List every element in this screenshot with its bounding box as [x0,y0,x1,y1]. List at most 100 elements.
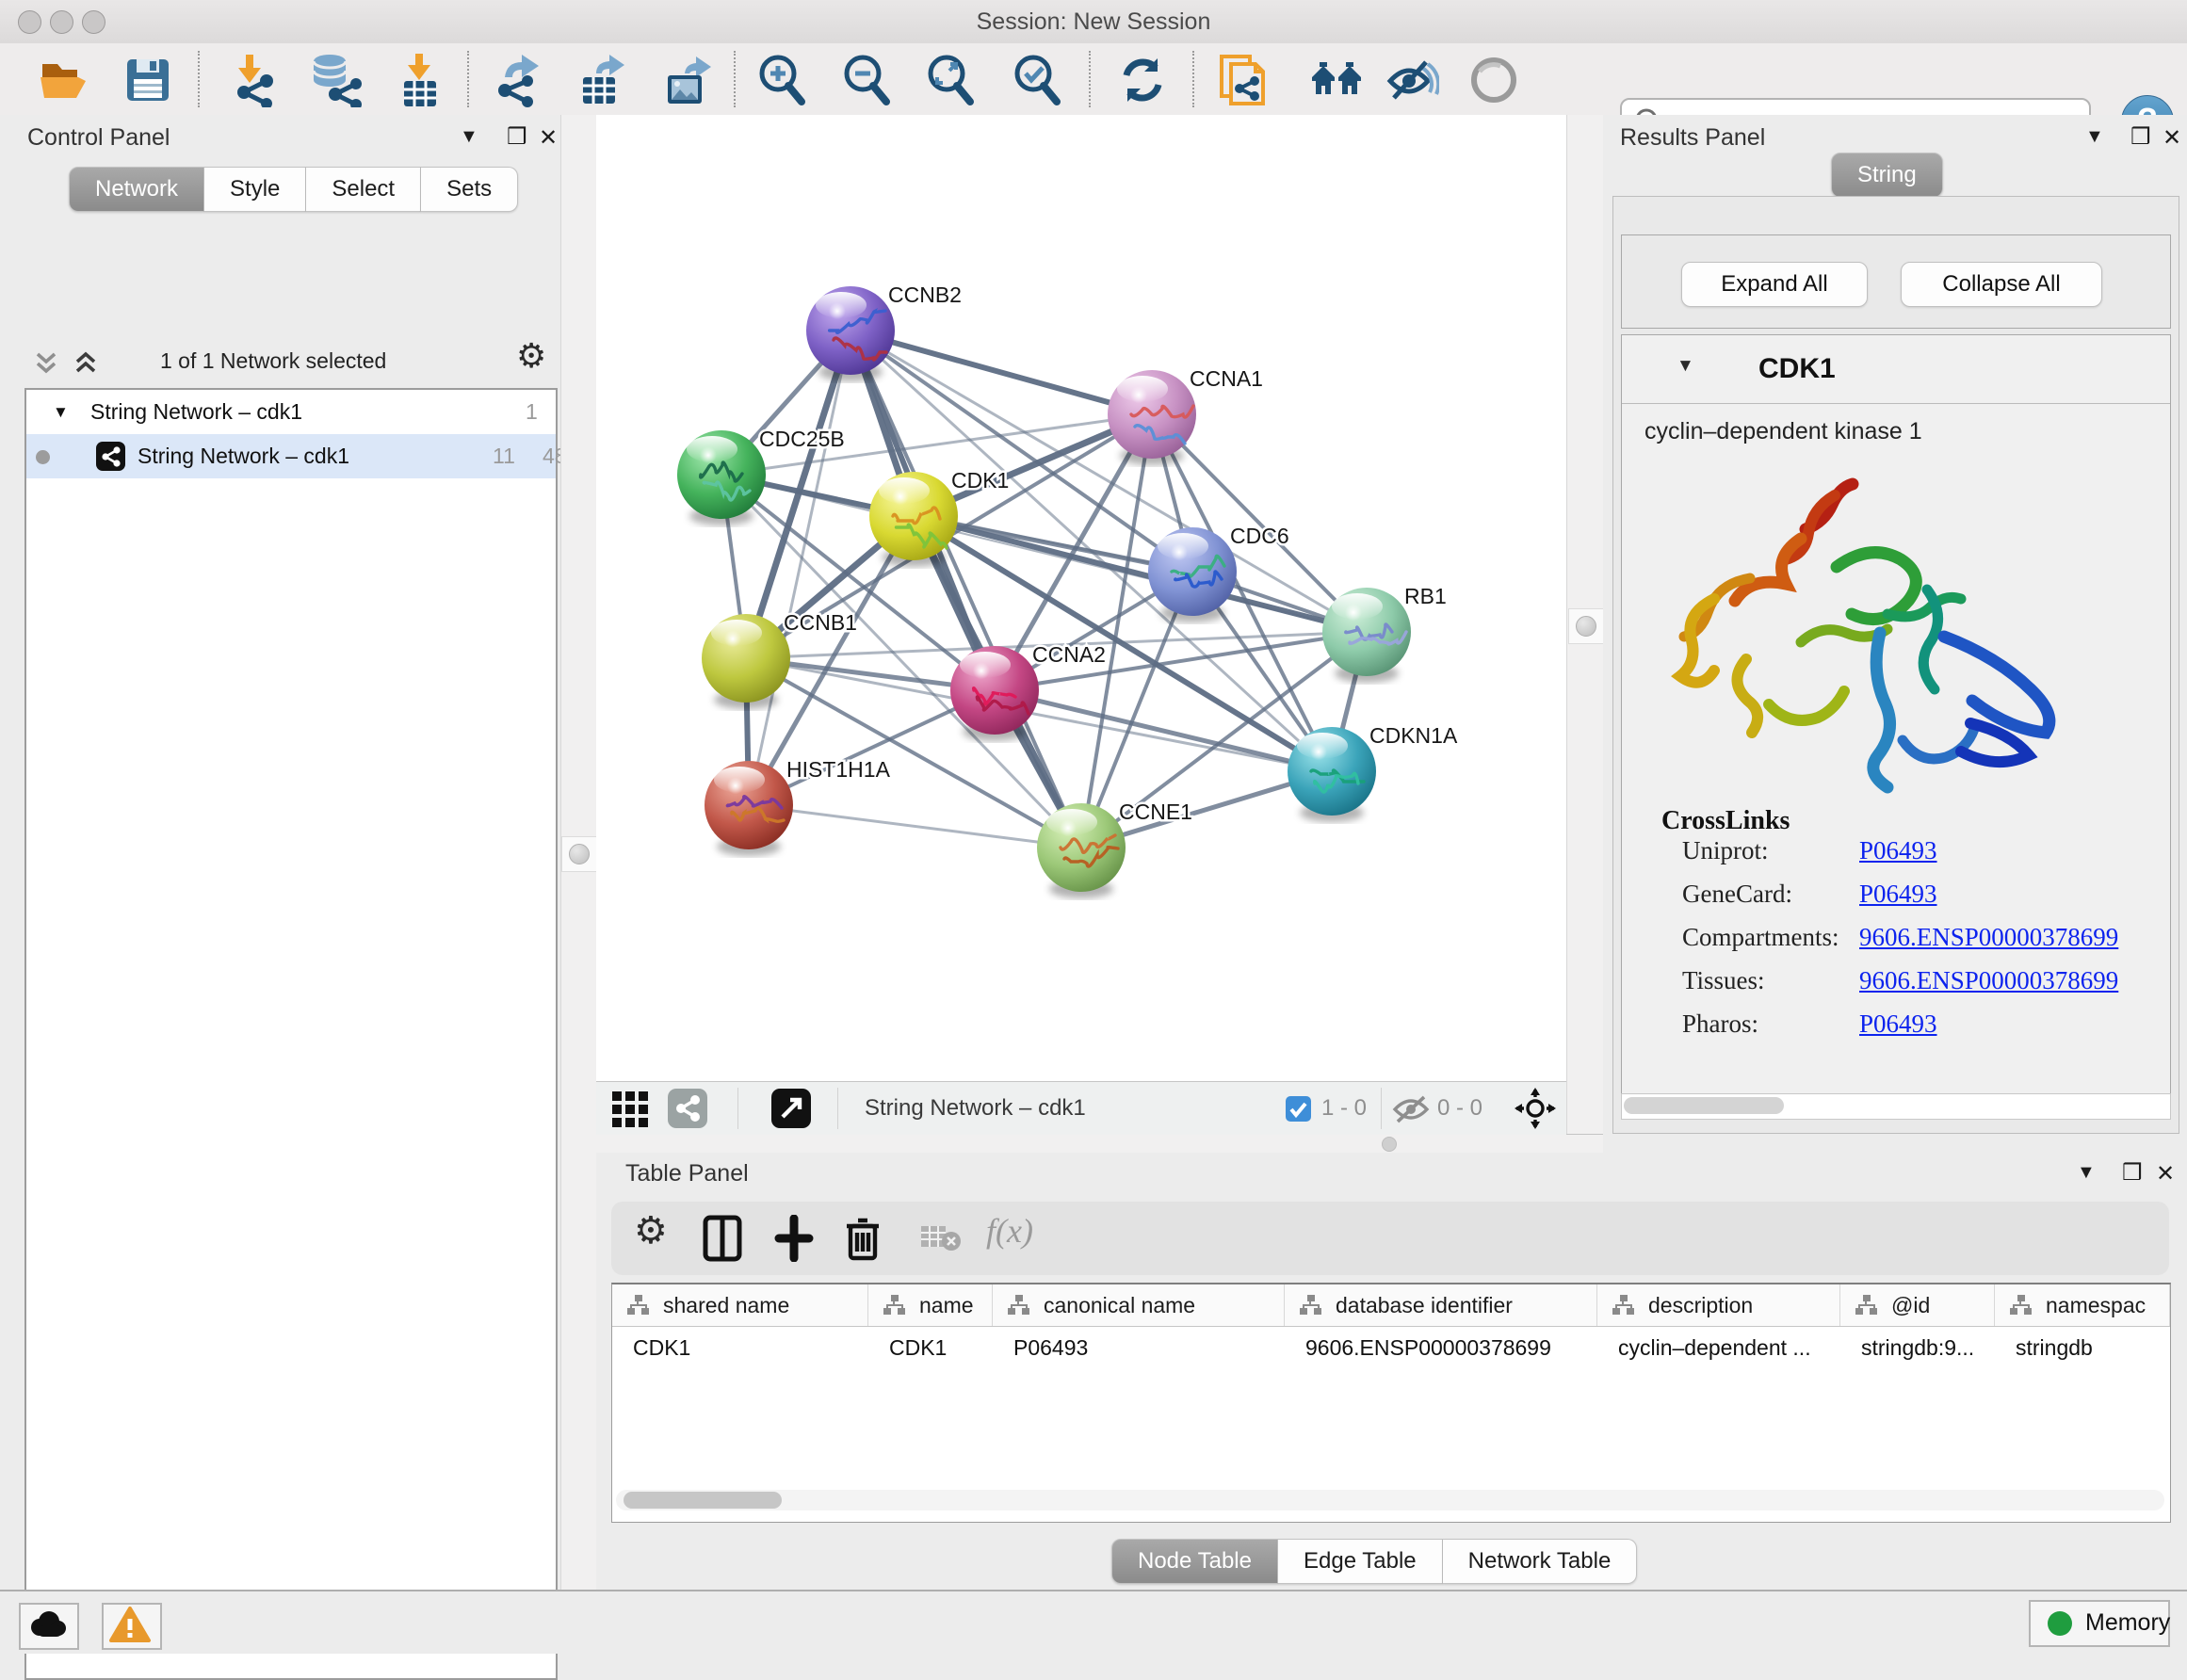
crosslink-link[interactable]: P06493 [1859,880,1937,909]
memory-button[interactable]: Memory [2029,1600,2170,1647]
show-columns-icon[interactable] [702,1215,743,1262]
import-network-icon[interactable] [227,53,282,107]
open-in-window-icon[interactable] [771,1089,811,1128]
tab-network-table[interactable]: Network Table [1443,1539,1638,1584]
expand-all-icon[interactable] [72,348,100,377]
table-cell[interactable]: 9606.ENSP00000378699 [1285,1326,1597,1369]
fit-crosshair-icon[interactable] [1515,1088,1556,1129]
network-edge[interactable] [749,331,850,805]
collapse-all-icon[interactable] [32,348,60,377]
open-session-icon[interactable] [37,53,91,107]
panel-close-icon[interactable]: ✕ [2156,1160,2175,1187]
network-node-CCNE1[interactable]: CCNE1 [1037,800,1192,898]
delete-table-icon[interactable] [920,1224,962,1252]
refresh-icon[interactable] [1115,53,1170,107]
network-edge[interactable] [995,690,1332,771]
tree-expander-icon[interactable]: ▼ [53,390,69,434]
zoom-in-icon[interactable] [754,53,809,107]
column-header-4[interactable]: description [1597,1284,1840,1326]
expand-all-button[interactable]: Expand All [1681,262,1868,307]
export-image-icon[interactable] [660,53,715,107]
table-hscrollbar[interactable] [616,1490,2164,1510]
column-header-5[interactable]: @id [1840,1284,1995,1326]
function-builder-icon[interactable]: f(x) [986,1211,1033,1251]
panel-float-icon[interactable]: ❒ [2122,1159,2143,1187]
column-header-6[interactable]: namespac [1995,1284,2170,1326]
tab-network[interactable]: Network [69,167,204,212]
window-close-button[interactable] [18,10,41,34]
network-edge[interactable] [749,805,1081,848]
window-zoom-button[interactable] [82,10,105,34]
network-node-CCNB2[interactable]: CCNB2 [806,283,962,381]
table-cell[interactable]: CDK1 [868,1326,993,1369]
delete-column-icon[interactable] [843,1215,883,1262]
node-table[interactable]: shared namenamecanonical namedatabase id… [611,1283,2171,1523]
gear-icon[interactable]: ⚙ [516,337,546,376]
results-scrollbar[interactable] [1621,1093,2171,1120]
network-row[interactable]: String Network – cdk1 11 48 [26,434,556,478]
tab-select[interactable]: Select [306,167,421,212]
zoom-out-icon[interactable] [839,53,894,107]
node-result-header[interactable]: ▼ CDK1 [1622,335,2170,404]
panel-close-icon[interactable]: ✕ [2163,124,2181,152]
import-table-icon[interactable] [392,53,446,107]
network-node-RB1[interactable]: RB1 [1322,584,1447,683]
column-header-2[interactable]: canonical name [993,1284,1285,1326]
clone-network-icon[interactable] [1216,53,1271,107]
selected-checkbox-icon[interactable] [1286,1096,1311,1122]
network-node-HIST1H1A[interactable]: HIST1H1A [705,757,891,856]
panel-close-icon[interactable]: ✕ [539,124,558,152]
export-network-icon[interactable] [492,53,546,107]
tab-sets[interactable]: Sets [421,167,518,212]
crosslink-link[interactable]: 9606.ENSP00000378699 [1859,966,2118,995]
tab-node-table[interactable]: Node Table [1111,1539,1278,1584]
network-node-CDKN1A[interactable]: CDKN1A [1288,723,1458,822]
warning-button[interactable] [102,1603,162,1650]
panel-float-icon[interactable]: ❒ [2130,123,2151,151]
network-collection-row[interactable]: ▼ String Network – cdk1 1 [26,390,556,434]
export-table-icon[interactable] [575,53,630,107]
tab-string[interactable]: String [1831,153,1943,198]
panel-menu-icon[interactable]: ▼ [2077,1162,2096,1184]
home-pair-icon[interactable] [1310,53,1365,107]
table-cell[interactable]: P06493 [993,1326,1285,1369]
crosslink-label: Pharos: [1682,1010,1758,1039]
eye-icon[interactable] [1466,53,1521,107]
table-cell[interactable]: CDK1 [612,1326,868,1369]
network-node-CDK1[interactable]: CDK1 [869,468,1009,567]
grid-view-icon[interactable] [610,1090,650,1129]
birdseye-share-icon[interactable] [668,1089,707,1128]
table-settings-gear-icon[interactable]: ⚙ [634,1209,668,1252]
window-minimize-button[interactable] [50,10,73,34]
crosslink-link[interactable]: P06493 [1859,836,1937,865]
left-splitter-handle[interactable] [561,836,597,872]
column-header-3[interactable]: database identifier [1285,1284,1597,1326]
cloud-button[interactable] [19,1603,79,1650]
zoom-fit-icon[interactable] [923,53,978,107]
create-column-icon[interactable] [773,1215,815,1262]
zoom-selected-icon[interactable] [1010,53,1064,107]
panel-float-icon[interactable]: ❒ [507,123,527,151]
crosslink-link[interactable]: P06493 [1859,1010,1937,1039]
panel-menu-icon[interactable]: ▼ [460,126,478,148]
left-splitter[interactable] [560,115,598,1590]
table-cell[interactable]: stringdb [1995,1326,2170,1369]
panel-menu-icon[interactable]: ▼ [2085,126,2104,148]
collapse-all-button[interactable]: Collapse All [1901,262,2102,307]
horizontal-splitter-handle[interactable] [1382,1137,1397,1152]
tab-edge-table[interactable]: Edge Table [1278,1539,1443,1584]
table-cell[interactable]: cyclin–dependent ... [1597,1326,1840,1369]
hide-unhide-icon[interactable] [1385,53,1439,107]
right-splitter[interactable] [1566,115,1605,1134]
import-database-icon[interactable] [307,53,362,107]
tab-style[interactable]: Style [204,167,306,212]
column-header-0[interactable]: shared name [612,1284,868,1326]
crosslink-link[interactable]: 9606.ENSP00000378699 [1859,923,2118,952]
table-cell[interactable]: stringdb:9... [1840,1326,1995,1369]
toolbar-separator [1192,51,1194,107]
network-canvas[interactable]: CCNB2CCNA1CDC25BCDK1CDC6RB1CCNB1CCNA2CDK… [596,115,1566,1081]
collapse-entry-icon[interactable]: ▼ [1677,356,1694,377]
save-session-icon[interactable] [121,53,175,107]
column-header-1[interactable]: name [868,1284,993,1326]
right-splitter-handle[interactable] [1568,608,1604,644]
